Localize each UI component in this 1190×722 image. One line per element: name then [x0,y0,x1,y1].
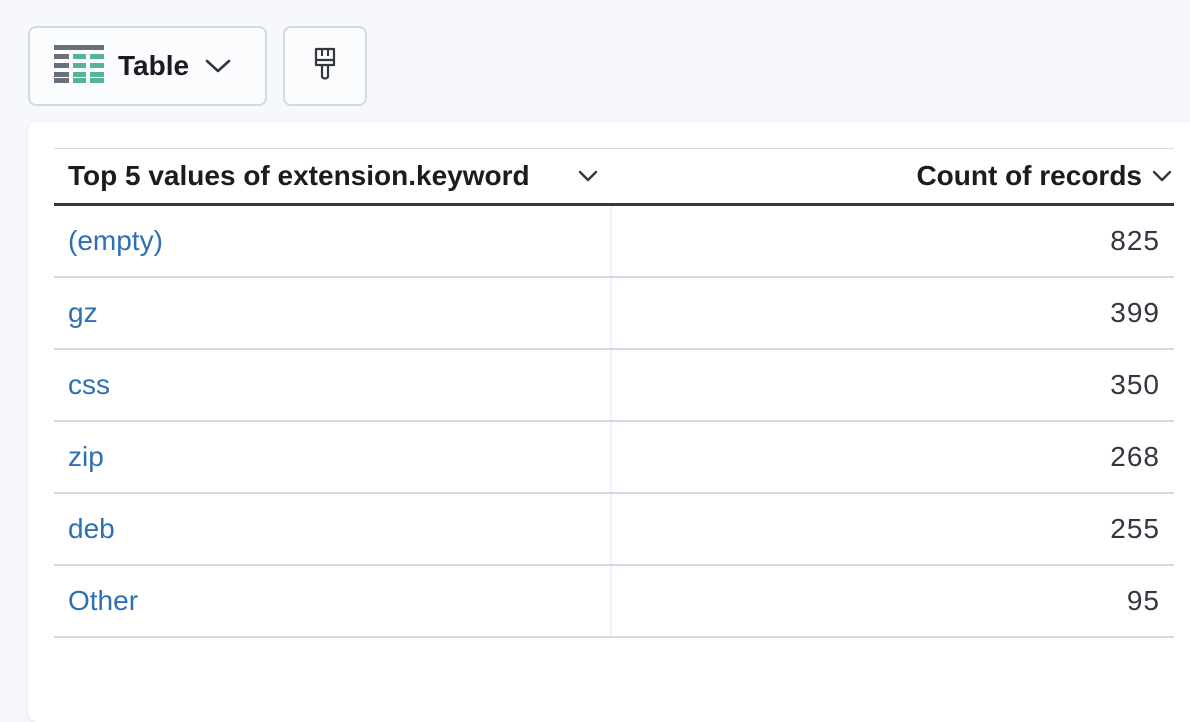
table-cell-value: (empty) [54,206,612,276]
filter-value-link[interactable]: zip [68,441,104,473]
table-cell-value: deb [54,494,612,564]
column-header-extension[interactable]: Top 5 values of extension.keyword [54,149,612,203]
visualization-panel: Top 5 values of extension.keyword Count … [28,122,1190,722]
table-cell-value: Other [54,566,612,636]
table-row: css 350 [54,350,1174,422]
table-row: Other 95 [54,566,1174,638]
count-value: 825 [1110,225,1160,256]
table-cell-count: 255 [612,494,1174,564]
table-header: Top 5 values of extension.keyword Count … [54,148,1174,206]
filter-value-link[interactable]: deb [68,513,115,545]
table-cell-count: 399 [612,278,1174,348]
table-row: gz 399 [54,278,1174,350]
column-header-label: Count of records [916,160,1142,191]
paintbrush-icon [314,47,336,86]
table-cell-count: 95 [612,566,1174,636]
table-cell-value: gz [54,278,612,348]
chart-type-switcher-button[interactable]: Table [28,26,267,106]
count-value: 255 [1110,513,1160,544]
filter-value-link[interactable]: Other [68,585,138,617]
style-settings-button[interactable] [283,26,367,106]
count-value: 350 [1110,369,1160,400]
table-cell-count: 825 [612,206,1174,276]
column-header-count[interactable]: Count of records [612,149,1174,203]
count-value: 268 [1110,441,1160,472]
table-cell-count: 350 [612,350,1174,420]
table-icon [54,44,104,88]
table-row: (empty) 825 [54,206,1174,278]
table-cell-value: css [54,350,612,420]
count-value: 399 [1110,297,1160,328]
table-cell-value: zip [54,422,612,492]
filter-value-link[interactable]: (empty) [68,225,163,257]
count-value: 95 [1126,585,1160,616]
chevron-down-icon [205,58,231,74]
filter-value-link[interactable]: css [68,369,110,401]
chevron-down-icon[interactable] [578,170,598,182]
table-row: deb 255 [54,494,1174,566]
column-header-label: Top 5 values of extension.keyword [68,160,530,191]
table-cell-count: 268 [612,422,1174,492]
visualization-toolbar: Table [28,26,367,106]
filter-value-link[interactable]: gz [68,297,98,329]
chevron-down-icon[interactable] [1152,170,1172,182]
table-row: zip 268 [54,422,1174,494]
data-table: Top 5 values of extension.keyword Count … [54,148,1174,638]
chart-type-label: Table [118,50,190,81]
